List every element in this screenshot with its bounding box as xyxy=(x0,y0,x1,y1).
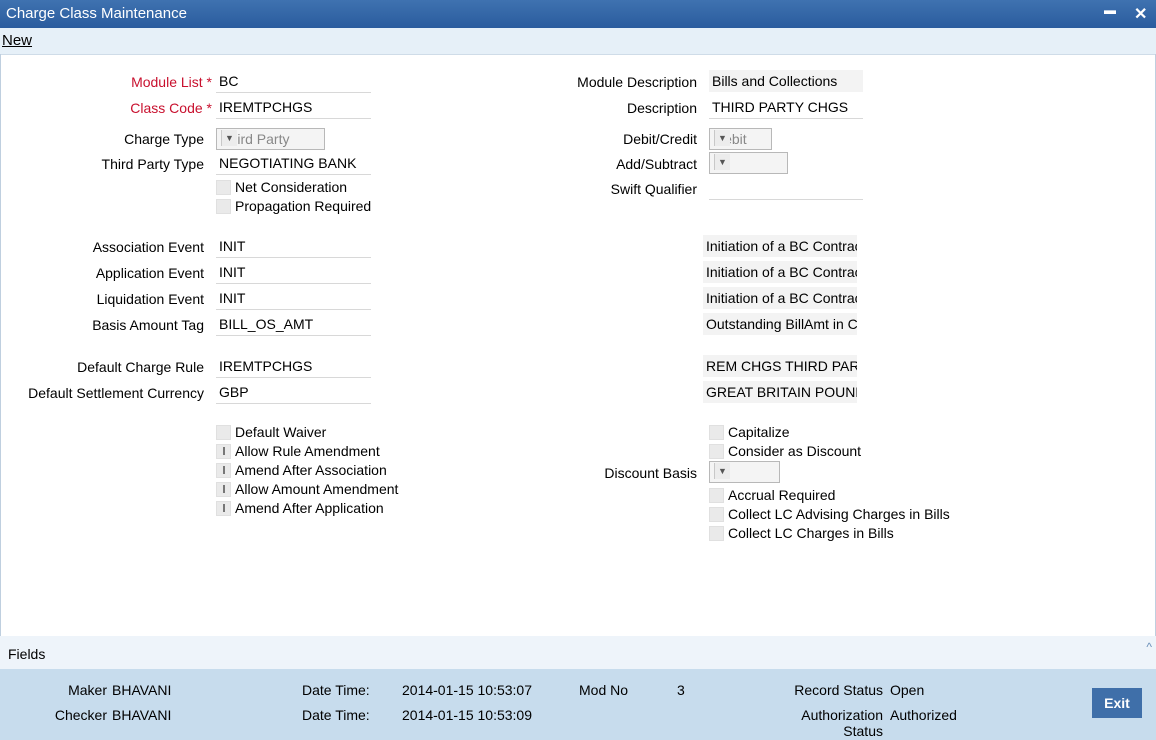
discount-basis-select[interactable]: ▼ xyxy=(709,461,780,483)
consider-as-discount-checkbox[interactable] xyxy=(709,444,724,459)
third-party-type-label: Third Party Type xyxy=(101,156,204,172)
checker-date-time-label: Date Time: xyxy=(302,707,370,723)
class-code-label: Class Code * xyxy=(130,100,212,116)
default-charge-rule-input[interactable]: IREMTPCHGS xyxy=(216,355,371,378)
collect-lc-advising-checkbox[interactable] xyxy=(709,507,724,522)
chevron-down-icon: ▼ xyxy=(714,463,730,479)
new-link[interactable]: New xyxy=(2,32,32,49)
propagation-required-label: Propagation Required xyxy=(235,198,372,214)
record-status-value: Open xyxy=(890,682,925,698)
debit-credit-label: Debit/Credit xyxy=(623,131,697,147)
default-settlement-currency-label: Default Settlement Currency xyxy=(28,385,204,401)
allow-amount-amendment-label: Allow Amount Amendment xyxy=(235,481,399,497)
add-subtract-label: Add/Subtract xyxy=(616,156,697,172)
menu-bar: New xyxy=(0,28,1156,55)
allow-rule-amendment-checkbox[interactable] xyxy=(216,444,231,459)
swift-qualifier-label: Swift Qualifier xyxy=(610,181,697,197)
amend-after-application-checkbox[interactable] xyxy=(216,501,231,516)
maker-date-time-value: 2014-01-15 10:53:07 xyxy=(402,682,532,698)
capitalize-checkbox[interactable] xyxy=(709,425,724,440)
audit-footer: Maker BHAVANI Checker BHAVANI Date Time:… xyxy=(0,669,1156,740)
exit-button[interactable]: Exit xyxy=(1092,688,1142,718)
collect-lc-advising-label: Collect LC Advising Charges in Bills xyxy=(728,506,950,522)
association-event-description: Initiation of a BC Contract xyxy=(703,235,857,257)
amend-after-application-label: Amend After Application xyxy=(235,500,384,516)
propagation-required-checkbox[interactable] xyxy=(216,199,231,214)
window-title: Charge Class Maintenance xyxy=(6,5,187,22)
chevron-up-icon[interactable]: ^ xyxy=(1146,640,1152,654)
discount-basis-label: Discount Basis xyxy=(604,465,697,481)
association-event-input[interactable]: INIT xyxy=(216,235,371,258)
authorization-status-value: Authorized xyxy=(890,707,957,723)
authorization-status-label: Authorization xyxy=(801,707,883,723)
currency-description: GREAT BRITAIN POUND xyxy=(703,381,857,403)
basis-amount-tag-input[interactable]: BILL_OS_AMT xyxy=(216,313,371,336)
charge-type-label: Charge Type xyxy=(124,131,204,147)
liquidation-event-input[interactable]: INIT xyxy=(216,287,371,310)
allow-rule-amendment-label: Allow Rule Amendment xyxy=(235,443,380,459)
checker-date-time-value: 2014-01-15 10:53:09 xyxy=(402,707,532,723)
third-party-type-input[interactable]: NEGOTIATING BANK xyxy=(216,152,371,175)
application-event-input[interactable]: INIT xyxy=(216,261,371,284)
allow-amount-amendment-checkbox[interactable] xyxy=(216,482,231,497)
default-waiver-label: Default Waiver xyxy=(235,424,327,440)
application-event-description: Initiation of a BC Contract xyxy=(703,261,857,283)
class-code-input[interactable]: IREMTPCHGS xyxy=(216,96,371,119)
net-consideration-checkbox[interactable] xyxy=(216,180,231,195)
charge-type-select[interactable]: Third Party ▼ xyxy=(216,128,325,150)
default-waiver-checkbox[interactable] xyxy=(216,425,231,440)
description-label: Description xyxy=(626,100,697,116)
swift-qualifier-input[interactable] xyxy=(709,177,863,200)
basis-amount-tag-label: Basis Amount Tag xyxy=(92,317,204,333)
checker-value: BHAVANI xyxy=(112,707,172,723)
capitalize-label: Capitalize xyxy=(728,424,790,440)
module-description-value: Bills and Collections xyxy=(709,70,863,92)
module-list-input[interactable]: BC xyxy=(216,70,371,93)
liquidation-event-description: Initiation of a BC Contract xyxy=(703,287,857,309)
record-status-label: Record Status xyxy=(794,682,883,698)
basis-amount-description: Outstanding BillAmt in Co xyxy=(703,313,857,335)
module-list-label: Module List * xyxy=(131,74,212,90)
mod-no-label: Mod No xyxy=(579,682,629,698)
maker-label: Maker xyxy=(68,682,107,698)
chevron-down-icon: ▼ xyxy=(714,154,730,170)
liquidation-event-label: Liquidation Event xyxy=(96,291,204,307)
authorization-status-label-2: Status xyxy=(843,723,883,739)
fields-bar[interactable]: Fields ^ xyxy=(0,636,1156,669)
checker-label: Checker xyxy=(54,707,107,723)
accrual-required-label: Accrual Required xyxy=(728,487,836,503)
fields-label: Fields xyxy=(8,646,46,662)
mod-no-value: 3 xyxy=(677,682,685,698)
collect-lc-charges-label: Collect LC Charges in Bills xyxy=(728,525,894,541)
maker-date-time-label: Date Time: xyxy=(302,682,370,698)
title-bar: Charge Class Maintenance ▬ ✕ xyxy=(0,0,1156,28)
description-input[interactable]: THIRD PARTY CHGS xyxy=(709,96,863,119)
collect-lc-charges-checkbox[interactable] xyxy=(709,526,724,541)
application-event-label: Application Event xyxy=(95,265,204,281)
add-subtract-select[interactable]: ▼ xyxy=(709,152,788,174)
consider-as-discount-label: Consider as Discount xyxy=(728,443,862,459)
module-description-label: Module Description xyxy=(577,74,697,90)
close-icon[interactable]: ✕ xyxy=(1134,4,1147,24)
accrual-required-checkbox[interactable] xyxy=(709,488,724,503)
chevron-down-icon: ▼ xyxy=(714,130,730,146)
charge-rule-description: REM CHGS THIRD PART xyxy=(703,355,857,377)
chevron-down-icon: ▼ xyxy=(221,130,237,146)
minimize-icon[interactable]: ▬ xyxy=(1104,3,1116,17)
amend-after-association-checkbox[interactable] xyxy=(216,463,231,478)
debit-credit-select[interactable]: Debit ▼ xyxy=(709,128,772,150)
association-event-label: Association Event xyxy=(92,239,204,255)
maker-value: BHAVANI xyxy=(112,682,172,698)
net-consideration-label: Net Consideration xyxy=(235,179,348,195)
default-settlement-currency-input[interactable]: GBP xyxy=(216,381,371,404)
default-charge-rule-label: Default Charge Rule xyxy=(77,359,204,375)
amend-after-association-label: Amend After Association xyxy=(235,462,387,478)
